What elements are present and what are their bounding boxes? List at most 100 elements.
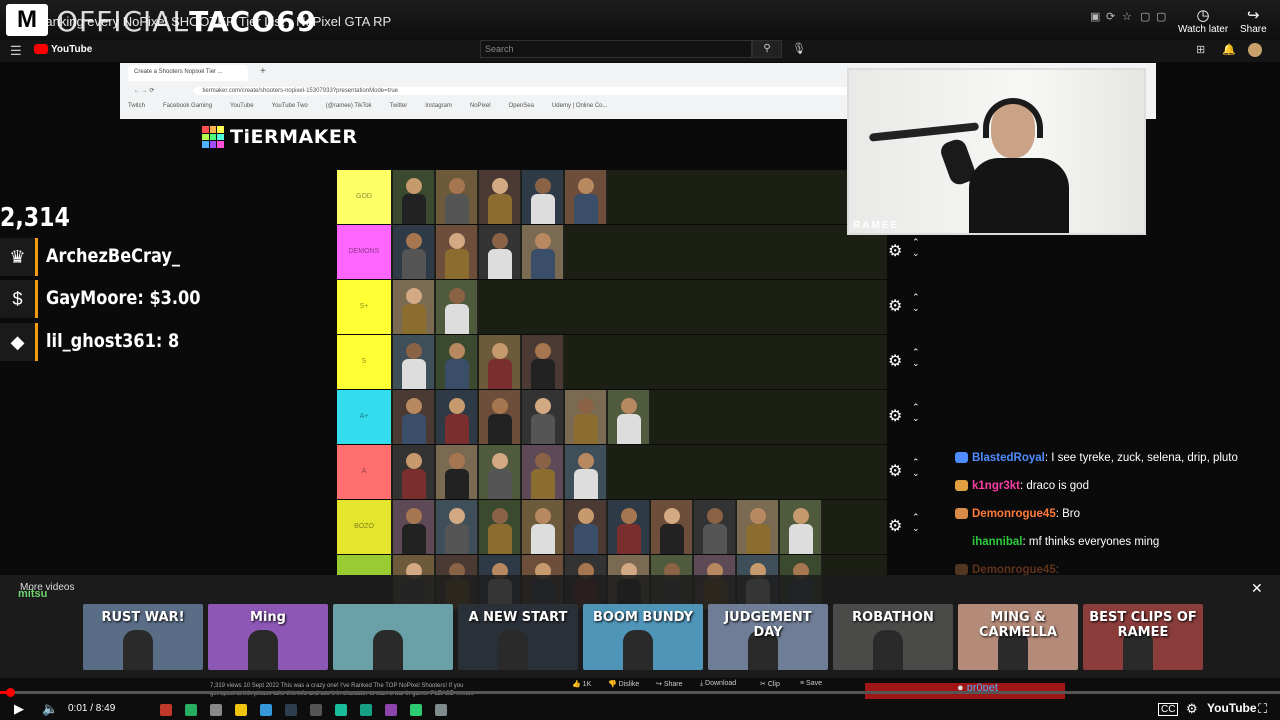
video-thumbnail[interactable] <box>333 604 453 670</box>
character-card[interactable] <box>479 170 521 224</box>
create-icon[interactable]: ⊞ <box>1196 43 1205 56</box>
video-thumbnail[interactable]: BEST CLIPS OF RAMEE <box>1083 604 1203 670</box>
settings-icon[interactable]: ⚙ <box>1186 701 1198 717</box>
character-card[interactable] <box>522 335 564 389</box>
taskbar-app-icon[interactable] <box>335 704 347 716</box>
video-thumbnail[interactable]: A NEW START <box>458 604 578 670</box>
character-card[interactable] <box>780 500 822 554</box>
taskbar-app-icon[interactable] <box>360 704 372 716</box>
gear-icon[interactable]: ⚙ <box>888 406 902 426</box>
play-icon[interactable]: ▶ <box>14 701 24 717</box>
captions-icon[interactable]: CC <box>1158 703 1179 716</box>
move-arrows-icon[interactable]: ⌃ ⌄ <box>912 237 920 259</box>
taskbar-app-icon[interactable] <box>235 704 247 716</box>
avatar[interactable] <box>1248 43 1262 57</box>
url-text[interactable]: tiermaker.com/create/shooters-nopixel-15… <box>194 87 875 95</box>
character-card[interactable] <box>522 500 564 554</box>
bookmark-item[interactable]: YouTube Two <box>272 103 308 109</box>
character-card[interactable] <box>694 500 736 554</box>
character-card[interactable] <box>436 225 478 279</box>
character-card[interactable] <box>565 500 607 554</box>
character-card[interactable] <box>479 445 521 499</box>
gear-icon[interactable]: ⚙ <box>888 296 902 316</box>
move-arrows-icon[interactable]: ⌃ ⌄ <box>912 292 920 314</box>
character-card[interactable] <box>393 170 435 224</box>
search-input[interactable]: Search <box>480 40 752 58</box>
gear-icon[interactable]: ⚙ <box>888 351 902 371</box>
character-card[interactable] <box>393 390 435 444</box>
chat-user[interactable]: Demonrogue45 <box>972 508 1056 520</box>
taskbar-app-icon[interactable] <box>160 704 172 716</box>
character-card[interactable] <box>393 500 435 554</box>
character-card[interactable] <box>436 280 478 334</box>
youtube-wordmark[interactable]: YouTube <box>1207 701 1257 715</box>
bookmark-item[interactable]: (@ramee) TikTok <box>326 103 372 109</box>
dislike-button[interactable]: 👎 Dislike <box>608 680 639 688</box>
bookmark-item[interactable]: Instagram <box>425 103 452 109</box>
ext-icon[interactable]: ▢ <box>1140 10 1150 23</box>
move-arrows-icon[interactable]: ⌃ ⌄ <box>912 512 920 534</box>
browser-tab[interactable]: Create a Shooters Nopixel Tier ... <box>128 65 248 81</box>
star-icon[interactable]: ☆ <box>1122 10 1132 23</box>
character-card[interactable] <box>522 445 564 499</box>
bookmark-item[interactable]: NoPixel <box>470 103 491 109</box>
character-card[interactable] <box>393 280 435 334</box>
tier-label[interactable]: GOD <box>337 170 391 224</box>
ext-icon[interactable]: ▣ <box>1090 10 1100 23</box>
seek-handle[interactable] <box>6 688 15 697</box>
share-action-button[interactable]: ↪ Share <box>656 680 683 688</box>
taskbar-app-icon[interactable] <box>285 704 297 716</box>
character-card[interactable] <box>479 500 521 554</box>
nav-arrows-icon[interactable]: ← → ⟳ <box>134 88 154 94</box>
tier-label[interactable]: A <box>337 445 391 499</box>
chat-user[interactable]: ihannibal <box>972 536 1022 548</box>
youtube-logo[interactable]: YouTube <box>34 44 92 55</box>
taskbar-app-icon[interactable] <box>435 704 447 716</box>
character-card[interactable] <box>608 500 650 554</box>
gear-icon[interactable]: ⚙ <box>888 241 902 261</box>
character-card[interactable] <box>393 225 435 279</box>
search-icon[interactable]: ⚲ <box>752 40 782 58</box>
bookmark-item[interactable]: OpenSea <box>509 103 534 109</box>
character-card[interactable] <box>565 170 607 224</box>
character-card[interactable] <box>608 390 650 444</box>
character-card[interactable] <box>522 170 564 224</box>
tier-label[interactable] <box>337 555 391 575</box>
character-card[interactable] <box>565 445 607 499</box>
taskbar-app-icon[interactable] <box>260 704 272 716</box>
seek-bar[interactable] <box>0 691 1280 694</box>
character-card[interactable] <box>565 390 607 444</box>
bookmark-item[interactable]: YouTube <box>230 103 254 109</box>
taskbar-app-icon[interactable] <box>410 704 422 716</box>
new-tab-button[interactable]: + <box>260 66 266 77</box>
chat-user[interactable]: k1ngr3kt <box>972 480 1020 492</box>
fullscreen-icon[interactable]: ⛶ <box>1258 701 1267 717</box>
move-arrows-icon[interactable]: ⌃ ⌄ <box>912 347 920 369</box>
ext-icon[interactable]: ⟳ <box>1106 10 1115 23</box>
character-card[interactable] <box>436 390 478 444</box>
character-card[interactable] <box>737 500 779 554</box>
watch-later-button[interactable]: ◷ Watch later <box>1178 8 1228 36</box>
character-card[interactable] <box>522 225 564 279</box>
video-thumbnail[interactable]: JUDGEMENT DAY <box>708 604 828 670</box>
video-thumbnail[interactable]: ROBATHON <box>833 604 953 670</box>
character-card[interactable] <box>436 335 478 389</box>
tiermaker-logo[interactable]: TiERMAKER <box>202 124 357 150</box>
video-thumbnail[interactable]: RUST WAR! <box>83 604 203 670</box>
tier-label[interactable]: S+ <box>337 280 391 334</box>
download-button[interactable]: ⤓ Download <box>700 680 736 688</box>
tier-label[interactable]: BOZO <box>337 500 391 554</box>
ext-icon[interactable]: ▢ <box>1156 10 1166 23</box>
video-thumbnail[interactable]: MING & CARMELLA <box>958 604 1078 670</box>
gear-icon[interactable]: ⚙ <box>888 461 902 481</box>
chat-user[interactable]: BlastedRoyal <box>972 452 1045 464</box>
clip-button[interactable]: ✂ Clip <box>760 680 780 688</box>
character-card[interactable] <box>436 500 478 554</box>
tier-label[interactable]: S <box>337 335 391 389</box>
character-card[interactable] <box>393 445 435 499</box>
taskbar-app-icon[interactable] <box>310 704 322 716</box>
close-icon[interactable]: ✕ <box>1251 580 1263 597</box>
volume-icon[interactable]: 🔈 <box>42 701 58 717</box>
bookmark-item[interactable]: Facebook Gaming <box>163 103 212 109</box>
mic-icon[interactable]: 🎙 <box>792 42 806 55</box>
